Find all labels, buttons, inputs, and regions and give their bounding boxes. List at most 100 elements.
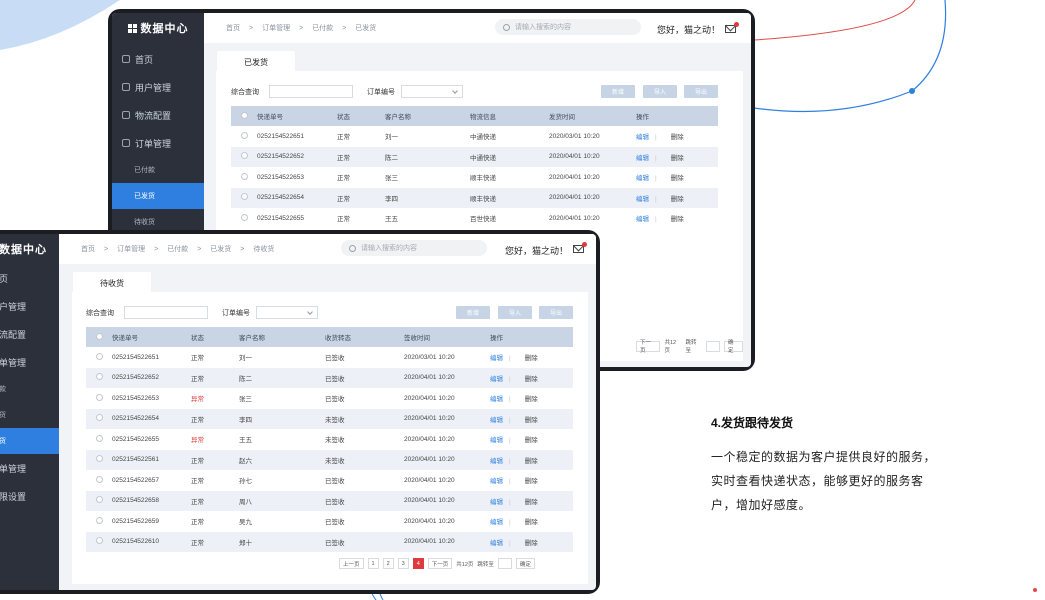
nav-item-home[interactable]: 页 [0, 264, 59, 292]
select-all-checkbox[interactable] [240, 111, 248, 119]
next-page-button[interactable]: 下一页 [427, 558, 453, 569]
nav-item-manage[interactable]: 单管理 [0, 454, 59, 482]
row-checkbox[interactable] [95, 352, 103, 360]
row-checkbox[interactable] [95, 414, 103, 422]
page-4-button[interactable]: 4 [412, 558, 424, 569]
row-checkbox[interactable] [95, 373, 103, 381]
edit-link[interactable]: 编辑 [490, 499, 503, 506]
crumb-pending[interactable]: 待收货 [253, 244, 274, 254]
row-checkbox[interactable] [240, 193, 248, 201]
edit-link[interactable]: 编辑 [490, 396, 503, 403]
order-select[interactable] [256, 306, 318, 319]
search-input[interactable]: 请输入搜索的内容 [495, 19, 641, 35]
edit-link[interactable]: 编辑 [490, 458, 503, 465]
row-checkbox[interactable] [240, 152, 248, 160]
edit-link[interactable]: 编辑 [490, 355, 503, 362]
goto-input[interactable] [497, 558, 512, 569]
next-page-button[interactable]: 下一页 [636, 340, 661, 354]
delete-link[interactable]: 删除 [525, 499, 538, 506]
table-row: 0252154522653 异常 张三 已签收 2020/04/01 10:20 编辑 | 删… [86, 388, 573, 409]
row-checkbox[interactable] [240, 131, 248, 139]
export-button[interactable]: 导出 [684, 85, 718, 98]
prev-page-button[interactable]: 上一页 [339, 558, 364, 569]
confirm-button[interactable]: 确定 [724, 340, 743, 354]
row-checkbox[interactable] [95, 434, 103, 442]
time: 2020/03/01 10:20 [549, 132, 600, 140]
row-checkbox[interactable] [95, 496, 103, 504]
edit-link[interactable]: 编辑 [636, 196, 649, 203]
delete-link[interactable]: 删除 [525, 376, 538, 383]
delete-link[interactable]: 删除 [525, 478, 538, 485]
nav-item-permissions[interactable]: 限设置 [0, 482, 59, 510]
import-button[interactable]: 导入 [498, 306, 532, 319]
nav-item-logistics[interactable]: 物流配置 [112, 101, 204, 129]
delete-link[interactable]: 删除 [525, 540, 538, 547]
delete-link[interactable]: 删除 [671, 134, 684, 141]
edit-link[interactable]: 编辑 [490, 376, 503, 383]
tab-shipped[interactable]: 已发货 [217, 51, 295, 71]
page-3-button[interactable]: 3 [397, 558, 409, 569]
crumb-orders[interactable]: 订单管理 [262, 23, 290, 33]
edit-link[interactable]: 编辑 [636, 216, 649, 223]
crumb-paid[interactable]: 已付款 [167, 244, 188, 254]
export-button[interactable]: 导出 [539, 306, 573, 319]
page-2-button[interactable]: 2 [382, 558, 394, 569]
add-button[interactable]: 新增 [601, 85, 635, 98]
delete-link[interactable]: 删除 [525, 437, 538, 444]
delete-link[interactable]: 删除 [525, 355, 538, 362]
mail-icon[interactable] [573, 242, 587, 253]
delete-link[interactable]: 删除 [671, 175, 684, 182]
delete-link[interactable]: 删除 [525, 519, 538, 526]
delete-link[interactable]: 删除 [525, 458, 538, 465]
edit-link[interactable]: 编辑 [490, 478, 503, 485]
crumb-orders[interactable]: 订单管理 [117, 244, 145, 254]
edit-link[interactable]: 编辑 [490, 417, 503, 424]
delete-link[interactable]: 删除 [671, 155, 684, 162]
edit-link[interactable]: 编辑 [636, 155, 649, 162]
row-checkbox[interactable] [95, 516, 103, 524]
delete-link[interactable]: 删除 [671, 216, 684, 223]
nav-item-home[interactable]: 首页 [112, 45, 204, 73]
tab-pending[interactable]: 待收货 [73, 272, 151, 292]
row-checkbox[interactable] [240, 213, 248, 221]
goto-input[interactable] [706, 340, 720, 352]
edit-link[interactable]: 编辑 [636, 134, 649, 141]
add-button[interactable]: 新增 [456, 306, 490, 319]
subnav-shipped[interactable]: 已发货 [112, 183, 204, 209]
row-checkbox[interactable] [240, 172, 248, 180]
subnav-paid[interactable]: 已付款 [112, 157, 204, 183]
row-checkbox[interactable] [95, 393, 103, 401]
edit-link[interactable]: 编辑 [490, 437, 503, 444]
nav-item-orders[interactable]: 订单管理 [112, 129, 204, 157]
nav-item-users[interactable]: 用户管理 [112, 73, 204, 101]
page-1-button[interactable]: 1 [367, 558, 379, 569]
edit-link[interactable]: 编辑 [636, 175, 649, 182]
row-checkbox[interactable] [95, 475, 103, 483]
mail-icon[interactable] [725, 22, 739, 33]
query-input[interactable] [269, 85, 353, 98]
crumb-home[interactable]: 首页 [81, 244, 95, 254]
delete-link[interactable]: 删除 [525, 417, 538, 424]
order-select[interactable] [401, 85, 463, 98]
subnav-shipped[interactable]: 货 [0, 402, 59, 428]
nav-item-users[interactable]: 户管理 [0, 292, 59, 320]
edit-link[interactable]: 编辑 [490, 540, 503, 547]
import-button[interactable]: 导入 [643, 85, 677, 98]
crumb-shipped[interactable]: 已发货 [355, 23, 376, 33]
nav-item-logistics[interactable]: 流配置 [0, 320, 59, 348]
crumb-home[interactable]: 首页 [226, 23, 240, 33]
query-input[interactable] [124, 306, 208, 319]
confirm-button[interactable]: 确定 [515, 558, 535, 569]
crumb-shipped[interactable]: 已发货 [210, 244, 231, 254]
edit-link[interactable]: 编辑 [490, 519, 503, 526]
crumb-paid[interactable]: 已付款 [312, 23, 333, 33]
subnav-pending[interactable]: 货 [0, 428, 59, 454]
row-checkbox[interactable] [95, 455, 103, 463]
nav-item-orders[interactable]: 单管理 [0, 348, 59, 376]
select-all-checkbox[interactable] [95, 332, 103, 340]
search-input[interactable]: 请输入搜索的内容 [341, 240, 487, 256]
delete-link[interactable]: 删除 [671, 196, 684, 203]
subnav-paid[interactable]: 款 [0, 376, 59, 402]
delete-link[interactable]: 删除 [525, 396, 538, 403]
row-checkbox[interactable] [95, 537, 103, 545]
